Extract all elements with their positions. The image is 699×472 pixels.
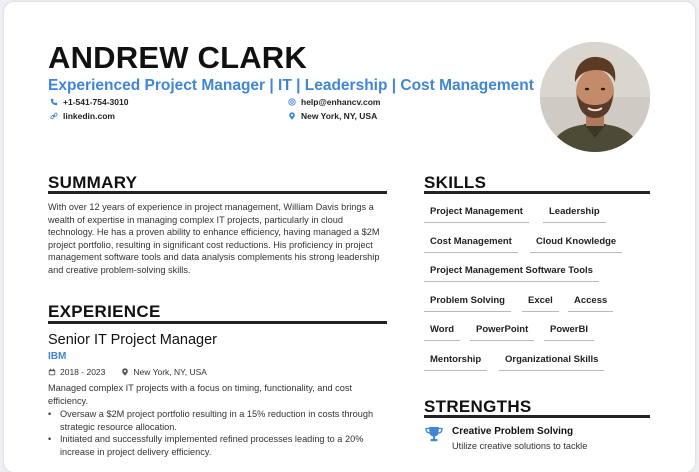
phone-text: +1-541-754-3010 xyxy=(63,97,129,107)
location-pin-icon xyxy=(289,112,295,120)
job-meta: 2018 - 2023 New York, NY, USA xyxy=(48,367,207,377)
link-icon xyxy=(50,112,58,120)
contact-website: linkedin.com xyxy=(50,111,115,121)
strength-description: Utilize creative solutions to tackle xyxy=(452,441,588,451)
phone-icon xyxy=(50,98,58,106)
skill-tag: Word xyxy=(424,324,461,341)
job-description: Managed complex IT projects with a focus… xyxy=(48,383,353,406)
skill-tag: Excel xyxy=(522,295,559,312)
contact-phone: +1-541-754-3010 xyxy=(50,97,128,107)
resume-page: ANDREW CLARK Experienced Project Manager… xyxy=(4,2,695,472)
skill-tag: PowerBI xyxy=(544,324,595,341)
strength-title: Creative Problem Solving xyxy=(452,426,574,437)
skill-tag: Problem Solving xyxy=(424,295,511,312)
experience-divider xyxy=(48,321,387,324)
skill-tag: Organizational Skills xyxy=(499,354,605,371)
location-pin-icon xyxy=(122,368,129,376)
skill-tag: Cost Management xyxy=(424,236,518,253)
summary-divider xyxy=(48,191,387,194)
experience-heading: EXPERIENCE xyxy=(48,302,161,321)
headline: Experienced Project Manager | IT | Leade… xyxy=(48,77,534,94)
website-text: linkedin.com xyxy=(63,111,115,121)
skills-divider xyxy=(424,191,650,194)
strengths-heading: STRENGTHS xyxy=(424,397,532,416)
summary-text: With over 12 years of experience in proj… xyxy=(48,202,380,275)
job-dates: 2018 - 2023 xyxy=(60,367,106,377)
skill-tag: Leadership xyxy=(543,206,606,223)
strength-item: Creative Problem Solving Utilize creativ… xyxy=(424,426,587,451)
job-bullets: Oversaw a $2M project portfolio resultin… xyxy=(48,408,386,458)
email-text: help@enhancv.com xyxy=(301,97,381,107)
job-location: New York, NY, USA xyxy=(133,367,207,377)
candidate-name: ANDREW CLARK xyxy=(48,40,307,75)
contact-location: New York, NY, USA xyxy=(288,111,377,121)
at-icon xyxy=(288,98,296,106)
skill-tag: Cloud Knowledge xyxy=(530,236,623,253)
skill-tag: Mentorship xyxy=(424,354,488,371)
profile-photo xyxy=(540,42,650,152)
company-name: IBM xyxy=(48,351,67,362)
skill-tag: Access xyxy=(568,295,614,312)
location-text: New York, NY, USA xyxy=(301,111,378,121)
list-item: Oversaw a $2M project portfolio resultin… xyxy=(48,408,386,433)
contact-email: help@enhancv.com xyxy=(288,97,380,107)
profile-portrait-illustration xyxy=(540,42,650,152)
skill-tag: PowerPoint xyxy=(470,324,535,341)
job-title: Senior IT Project Manager xyxy=(48,332,217,348)
skill-tag: Project Management xyxy=(424,206,529,223)
strengths-divider xyxy=(424,415,650,418)
calendar-icon xyxy=(48,368,56,376)
summary-heading: SUMMARY xyxy=(48,173,138,192)
skills-heading: SKILLS xyxy=(424,173,487,192)
skill-tag: Project Management Software Tools xyxy=(424,265,599,282)
trophy-icon xyxy=(425,427,443,442)
